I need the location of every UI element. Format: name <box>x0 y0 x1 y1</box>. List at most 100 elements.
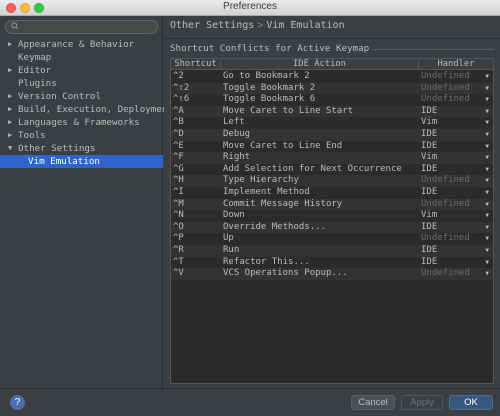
handler-select[interactable]: Undefined ▼ <box>421 199 491 211</box>
chevron-down-icon[interactable]: ▼ <box>485 141 489 153</box>
settings-sidebar: ▶ Appearance & Behavior Keymap ▶ Editor Plugi… <box>0 16 173 388</box>
chevron-down-icon[interactable]: ▼ <box>485 83 489 95</box>
table-header: Shortcut IDE Action Handler <box>171 59 493 70</box>
chevron-down-icon[interactable]: ▼ <box>485 187 489 199</box>
handler-select[interactable]: Vim ▼ <box>421 152 491 164</box>
handler-select[interactable]: Undefined ▼ <box>421 268 491 280</box>
table-row[interactable]: ^I Implement Method IDE ▼ <box>171 187 493 199</box>
chevron-down-icon[interactable]: ▼ <box>485 233 489 245</box>
handler-value: Undefined <box>421 94 470 105</box>
table-row[interactable]: ^B Left Vim ▼ <box>171 117 493 129</box>
chevron-down-icon[interactable]: ▼ <box>485 222 489 234</box>
action-cell: Debug <box>223 129 251 139</box>
settings-content: Other Settings > Vim Emulation Shortcut Co… <box>164 16 500 388</box>
table-row[interactable]: ^O Override Methods... IDE ▼ <box>171 221 493 234</box>
shortcut-cell: ^V <box>173 268 184 279</box>
handler-select[interactable]: IDE ▼ <box>421 141 491 153</box>
search-input[interactable] <box>5 20 158 34</box>
table-row[interactable]: ^R Run IDE ▼ <box>171 245 493 257</box>
chevron-down-icon[interactable]: ▼ <box>485 129 489 141</box>
chevron-down-icon[interactable]: ▼ <box>485 164 489 176</box>
handler-select[interactable]: IDE ▼ <box>421 222 491 234</box>
action-cell: Right <box>223 152 251 163</box>
handler-select[interactable]: IDE ▼ <box>421 187 491 199</box>
chevron-down-icon[interactable]: ▼ <box>485 152 489 164</box>
handler-select[interactable]: Vim ▼ <box>421 210 491 222</box>
table-row[interactable]: ^⇧2 Toggle Bookmark 2 Undefined ▼ <box>171 82 493 95</box>
chevron-down-icon[interactable]: ▼ <box>485 106 489 118</box>
handler-value: IDE <box>421 140 438 151</box>
collapsed-arrow-icon[interactable]: ▶ <box>8 103 12 116</box>
table-row[interactable]: ^V VCS Operations Popup... Undefined ▼ <box>171 268 493 280</box>
table-row[interactable]: ^2 Go to Bookmark 2 Undefined ▼ <box>171 71 493 83</box>
table-row[interactable]: ^T Refactor This... IDE ▼ <box>171 257 493 269</box>
handler-select[interactable]: Undefined ▼ <box>421 233 491 245</box>
handler-select[interactable]: IDE ▼ <box>421 129 491 141</box>
chevron-down-icon[interactable]: ▼ <box>485 245 489 257</box>
collapsed-arrow-icon[interactable]: ▶ <box>8 90 12 103</box>
shortcut-cell: ^2 <box>173 71 184 81</box>
chevron-down-icon[interactable]: ▼ <box>485 268 489 280</box>
column-header-action[interactable]: IDE Action <box>221 59 419 70</box>
cancel-button[interactable]: Cancel <box>351 395 395 410</box>
expanded-arrow-icon[interactable]: ▼ <box>8 142 12 155</box>
window-title: Preferences <box>223 1 277 12</box>
ok-button[interactable]: OK <box>449 395 493 410</box>
action-cell: Up <box>223 233 234 244</box>
table-row[interactable]: ^M Commit Message History Undefined ▼ <box>171 198 493 211</box>
table-row[interactable]: ^F Right Vim ▼ <box>171 152 493 164</box>
help-icon[interactable]: ? <box>10 395 25 410</box>
sidebar-item[interactable]: Plugins <box>0 77 163 90</box>
handler-value: Vim <box>421 210 438 221</box>
collapsed-arrow-icon[interactable]: ▶ <box>8 116 12 129</box>
collapsed-arrow-icon[interactable]: ▶ <box>8 129 12 142</box>
column-header-handler[interactable]: Handler <box>419 59 493 70</box>
collapsed-arrow-icon[interactable]: ▶ <box>8 64 12 77</box>
handler-select[interactable]: IDE ▼ <box>421 106 491 118</box>
action-cell: Toggle Bookmark 2 <box>223 82 316 93</box>
sidebar-item[interactable]: ▶ Version Control <box>0 90 163 103</box>
handler-select[interactable]: Undefined ▼ <box>421 94 491 106</box>
table-row[interactable]: ^N Down Vim ▼ <box>171 210 493 222</box>
chevron-down-icon[interactable]: ▼ <box>485 175 489 187</box>
table-row[interactable]: ^⇧6 Toggle Bookmark 6 Undefined ▼ <box>171 94 493 106</box>
handler-select[interactable]: IDE ▼ <box>421 164 491 176</box>
handler-select[interactable]: Undefined ▼ <box>421 175 491 187</box>
handler-select[interactable]: Vim ▼ <box>421 117 491 129</box>
sidebar-item[interactable]: Keymap <box>0 51 163 64</box>
handler-select[interactable]: IDE ▼ <box>421 257 491 269</box>
sidebar-item[interactable]: ▶ Appearance & Behavior <box>0 38 163 51</box>
handler-value: IDE <box>421 245 438 255</box>
table-row[interactable]: ^D Debug IDE ▼ <box>171 129 493 141</box>
sidebar-item[interactable]: ▶ Languages & Frameworks <box>0 116 163 129</box>
chevron-down-icon[interactable]: ▼ <box>485 117 489 129</box>
table-row[interactable]: ^E Move Caret to Line End IDE ▼ <box>171 141 493 153</box>
chevron-down-icon[interactable]: ▼ <box>485 199 489 211</box>
sidebar-item[interactable]: ▶ Editor <box>0 64 163 77</box>
table-row[interactable]: ^G Add Selection for Next Occurrence IDE ▼ <box>171 164 493 176</box>
shortcut-cell: ^O <box>173 221 184 232</box>
table-row[interactable]: ^A Move Caret to Line Start IDE ▼ <box>171 105 493 118</box>
collapsed-arrow-icon[interactable]: ▶ <box>8 38 12 51</box>
chevron-down-icon[interactable]: ▼ <box>485 94 489 106</box>
action-cell: Go to Bookmark 2 <box>223 71 310 81</box>
sidebar-item[interactable]: ▶ Tools <box>0 129 163 142</box>
shortcut-cell: ^E <box>173 140 184 151</box>
table-row[interactable]: ^P Up Undefined ▼ <box>171 233 493 245</box>
table-row[interactable]: ^H Type Hierarchy Undefined ▼ <box>171 175 493 187</box>
chevron-down-icon[interactable]: ▼ <box>485 210 489 222</box>
action-cell: Move Caret to Line Start <box>223 105 354 116</box>
handler-select[interactable]: Undefined ▼ <box>421 71 491 83</box>
chevron-down-icon[interactable]: ▼ <box>485 257 489 269</box>
chevron-down-icon[interactable]: ▼ <box>485 71 489 83</box>
column-header-shortcut[interactable]: Shortcut <box>171 59 221 70</box>
handler-select[interactable]: IDE ▼ <box>421 245 491 257</box>
sidebar-item[interactable]: ▼ Other Settings <box>0 142 163 155</box>
breadcrumb-parent[interactable]: Other Settings <box>170 20 254 31</box>
action-cell: Run <box>223 245 240 255</box>
apply-button[interactable]: Apply <box>401 395 443 410</box>
sidebar-item[interactable]: Vim Emulation <box>0 155 163 168</box>
sidebar-item[interactable]: ▶ Build, Execution, Deployment <box>0 103 173 116</box>
handler-select[interactable]: Undefined ▼ <box>421 83 491 95</box>
sidebar-item-label: Keymap <box>18 52 52 63</box>
